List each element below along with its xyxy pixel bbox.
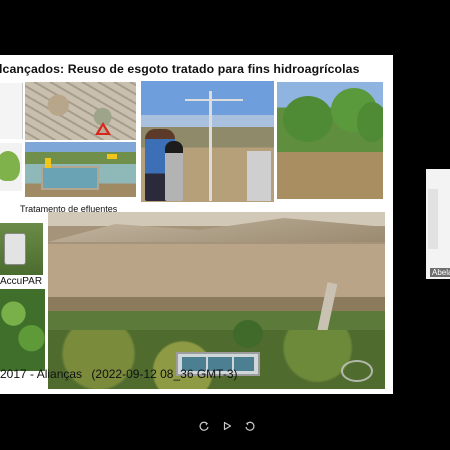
participant-video: [428, 189, 438, 249]
tree-canopy: [357, 102, 383, 142]
diagram-thumbnail: [0, 83, 23, 139]
tree-canopy: [233, 320, 263, 348]
play-icon: [223, 421, 232, 431]
sensor-box: [247, 151, 271, 201]
player-controls: [197, 419, 257, 433]
forward-icon: [245, 421, 255, 431]
forward-button[interactable]: [243, 419, 257, 433]
plant-illustration: [0, 143, 22, 191]
satellite-map-photo: [25, 82, 136, 140]
crop-photo: [0, 289, 45, 371]
slide-footer: 2017 - Alianças (2022-09-12 08_36 GMT-3): [0, 367, 244, 381]
person-figure: [165, 141, 183, 201]
footer-location: 2017 - Alianças: [0, 367, 83, 381]
play-button[interactable]: [220, 419, 234, 433]
warning-triangle-icon: [95, 122, 111, 135]
participant-video-tile[interactable]: [426, 169, 450, 279]
participant-name: Abela: [430, 268, 450, 277]
accupar-caption: AccuPAR: [0, 276, 43, 287]
footer-timestamp: (2022-09-12 08_36 GMT-3): [91, 367, 238, 381]
watermark-logo: [341, 360, 373, 382]
tree-canopy: [283, 96, 333, 142]
aerial-photo: [48, 212, 385, 389]
orchard-photo: [277, 82, 383, 199]
flow-arrow-icon: [45, 158, 51, 168]
slide-title: lcançados: Reuso de esgoto tratado para …: [0, 62, 360, 76]
treatment-pool: [41, 166, 99, 190]
rewind-icon: [199, 421, 209, 431]
weather-station-photo: [141, 81, 274, 202]
flow-arrow-icon: [107, 154, 117, 159]
rewind-button[interactable]: [197, 419, 211, 433]
treatment-plant-photo: [25, 142, 136, 197]
accupar-device: [4, 233, 26, 265]
presentation-slide: lcançados: Reuso de esgoto tratado para …: [0, 55, 393, 394]
accupar-photo: [0, 223, 43, 275]
hills: [48, 218, 385, 242]
video-player: lcançados: Reuso de esgoto tratado para …: [0, 0, 450, 450]
station-arm: [185, 99, 243, 101]
station-mast: [209, 91, 212, 201]
